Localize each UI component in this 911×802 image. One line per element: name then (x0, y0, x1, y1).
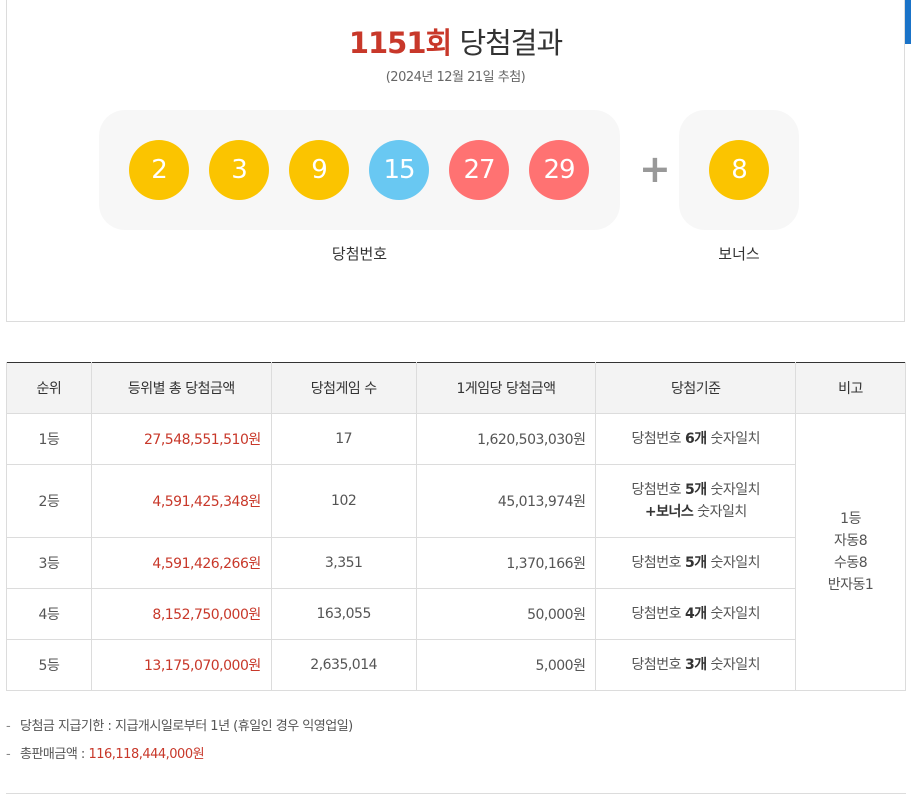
payout-deadline-text: 당첨금 지급기한 : 지급개시일로부터 1년 (휴일인 경우 익영업일) (20, 719, 353, 734)
round-number: 1151회 (348, 26, 452, 60)
title-text: 당첨결과 (459, 26, 563, 60)
winning-ball-5: 27 (449, 140, 509, 200)
criteria-count: 5개 (684, 555, 707, 571)
prize-per-game-cell: 1,620,503,030원 (415, 413, 597, 465)
prize-per-game-cell: 50,000원 (415, 588, 597, 640)
table-row: 1등 27,548,551,510원 17 1,620,503,030원 당첨번… (6, 413, 906, 691)
prize-per-game-cell: 5,000원 (415, 639, 597, 691)
winning-ball-6: 29 (529, 140, 589, 200)
criteria-count: 5개 (684, 482, 707, 498)
total-sales-value: 116,118,444,000원 (88, 747, 205, 762)
criteria-count: 4개 (684, 606, 707, 622)
bonus-label: 보너스 (718, 245, 760, 263)
total-sales-note: - 총판매금액 : 116,118,444,000원 (6, 744, 353, 772)
bullet-dash: - (6, 719, 11, 734)
table-header-row: 순위 등위별 총 당첨금액 당첨게임 수 1게임당 당첨금액 당첨기준 비고 (6, 362, 906, 414)
criteria-text: 숫자일치 (706, 555, 761, 571)
criteria-text: 숫자일치 (706, 606, 761, 622)
criteria-cell: 당첨번호 4개 숫자일치 (595, 588, 797, 640)
note-line: 반자동1 (827, 577, 874, 593)
winner-count-cell: 163,055 (270, 588, 417, 640)
criteria-text: 당첨번호 (631, 431, 685, 447)
criteria-text: 숫자일치 (706, 657, 761, 673)
winner-count-cell: 102 (270, 464, 417, 538)
winning-numbers-label: 당첨번호 (331, 245, 388, 263)
criteria-bonus: +보너스 (644, 504, 694, 520)
winning-ball-1: 2 (129, 140, 189, 200)
total-prize-cell: 4,591,425,348원 (90, 464, 272, 538)
rank-cell: 2등 (6, 464, 92, 538)
table-row: 5등 13,175,070,000원 2,635,014 5,000원 당첨번호… (6, 639, 906, 691)
total-prize-cell: 4,591,426,266원 (90, 537, 272, 589)
plus-icon: + (639, 147, 671, 191)
draw-date: (2024년 12월 21일 추첨) (385, 70, 526, 85)
criteria-cell: 당첨번호 6개 숫자일치 (595, 413, 797, 465)
criteria-cell: 당첨번호 5개 숫자일치 (595, 537, 797, 589)
criteria-text: 당첨번호 (631, 482, 685, 498)
total-prize-cell: 27,548,551,510원 (90, 413, 272, 465)
table-row: 4등 8,152,750,000원 163,055 50,000원 당첨번호 4… (6, 588, 906, 640)
criteria-cell: 당첨번호 3개 숫자일치 (595, 639, 797, 691)
criteria-cell: 당첨번호 5개 숫자일치 +보너스 숫자일치 (595, 464, 797, 538)
winner-count-cell: 2,635,014 (270, 639, 417, 691)
header-winner-count: 당첨게임 수 (270, 362, 417, 414)
note-cell: 1등 자동8 수동8 반자동1 (795, 413, 906, 691)
header-criteria: 당첨기준 (595, 362, 797, 414)
criteria-text: 당첨번호 (631, 555, 685, 571)
divider (6, 793, 906, 794)
criteria-text: 당첨번호 (631, 606, 685, 622)
prize-per-game-cell: 45,013,974원 (415, 464, 597, 538)
payout-deadline-note: - 당첨금 지급기한 : 지급개시일로부터 1년 (휴일인 경우 익영업일) (6, 716, 353, 744)
winner-count-cell: 3,351 (270, 537, 417, 589)
total-prize-cell: 8,152,750,000원 (90, 588, 272, 640)
header-prize-per-game: 1게임당 당첨금액 (415, 362, 597, 414)
page-title: 1151회 당첨결과 (7, 20, 904, 62)
header-note: 비고 (795, 362, 906, 414)
prize-per-game-cell: 1,370,166원 (415, 537, 597, 589)
footnotes: - 당첨금 지급기한 : 지급개시일로부터 1년 (휴일인 경우 익영업일) -총… (6, 716, 353, 772)
winning-ball-3: 9 (289, 140, 349, 200)
note-line: 자동8 (833, 533, 868, 549)
criteria-count: 3개 (684, 657, 707, 673)
rank-cell: 1등 (6, 413, 92, 465)
bonus-ball: 8 (709, 140, 769, 200)
total-sales-label: 총판매금액 : (20, 747, 89, 762)
accent-bar (905, 0, 911, 44)
rank-cell: 5등 (6, 639, 92, 691)
header-rank: 순위 (6, 362, 92, 414)
criteria-count: 6개 (684, 431, 707, 447)
header-total-prize: 등위별 총 당첨금액 (90, 362, 272, 414)
rank-cell: 3등 (6, 537, 92, 589)
winning-numbers-panel: 2 3 9 15 27 29 (99, 110, 620, 230)
winning-ball-4: 15 (369, 140, 429, 200)
bullet-dash: - (6, 747, 11, 762)
total-prize-cell: 13,175,070,000원 (90, 639, 272, 691)
criteria-text: 숫자일치 (693, 504, 747, 520)
winning-ball-2: 3 (209, 140, 269, 200)
prize-table: 순위 등위별 총 당첨금액 당첨게임 수 1게임당 당첨금액 당첨기준 비고 1… (6, 362, 906, 691)
criteria-text: 숫자일치 (706, 482, 761, 498)
note-line: 1등 (840, 511, 861, 527)
table-row: 3등 4,591,426,266원 3,351 1,370,166원 당첨번호 … (6, 537, 906, 589)
criteria-text: 당첨번호 (631, 657, 685, 673)
bonus-number-panel: 8 (679, 110, 799, 230)
criteria-text: 숫자일치 (706, 431, 761, 447)
winner-count-cell: 17 (270, 413, 417, 465)
note-line: 수동8 (833, 555, 868, 571)
table-row: 2등 4,591,425,348원 102 45,013,974원 당첨번호 5… (6, 464, 906, 538)
rank-cell: 4등 (6, 588, 92, 640)
